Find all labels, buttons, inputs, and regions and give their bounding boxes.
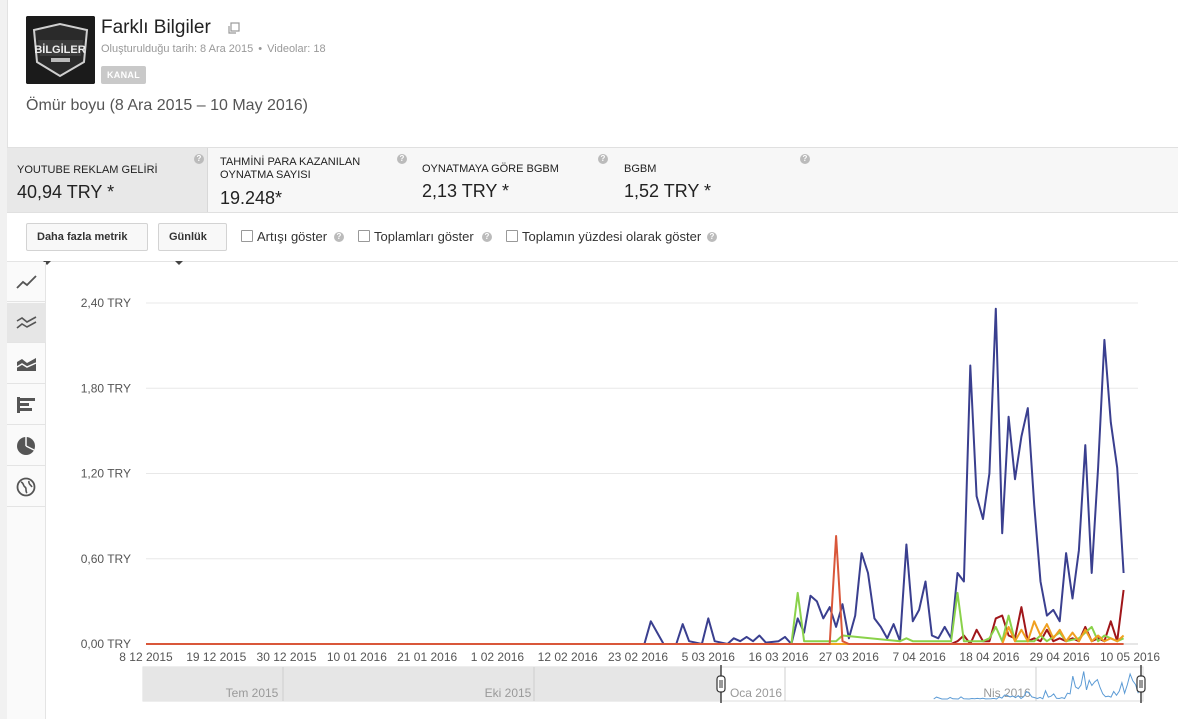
metric-tab-cpm[interactable]: BGBM 1,52 TRY * ? xyxy=(614,148,816,212)
x-tick-label: 27 03 2016 xyxy=(819,650,879,664)
x-axis-ticks: 8 12 2015 19 12 2015 30 12 2015 10 01 2016 2… xyxy=(119,650,1160,664)
y-tick-label: 1,80 TRY xyxy=(81,381,131,395)
metric-value: 40,94 TRY * xyxy=(17,182,115,202)
metric-value: 19.248* xyxy=(220,188,283,208)
x-tick-label: 18 04 2016 xyxy=(959,650,1019,664)
help-icon[interactable]: ? xyxy=(482,232,492,242)
multi-line-icon xyxy=(16,316,37,329)
channel-badge: KANAL xyxy=(101,66,146,84)
help-icon[interactable]: ? xyxy=(707,232,717,242)
y-tick-label: 0,60 TRY xyxy=(81,552,131,566)
metric-value: 1,52 TRY * xyxy=(624,181,712,201)
x-tick-label: 10 05 2016 xyxy=(1100,650,1160,664)
checkbox-label: Toplamları göster xyxy=(374,229,474,244)
pie-chart-icon xyxy=(17,437,35,455)
line-chart-icon xyxy=(16,275,37,289)
channel-avatar[interactable]: BİLGİLER xyxy=(26,16,95,84)
shield-logo-icon: BİLGİLER xyxy=(26,16,95,84)
metric-tab-playback-cpm[interactable]: OYNATMAYA GÖRE BGBM 2,13 TRY * ? xyxy=(412,148,614,212)
x-tick-label: 21 01 2016 xyxy=(397,650,457,664)
series-line-0[interactable] xyxy=(643,307,1125,645)
navigator-label: Nis 2016 xyxy=(983,686,1031,700)
checkbox-box[interactable] xyxy=(241,230,253,242)
checkbox-box[interactable] xyxy=(358,230,370,242)
navigator-label: Tem 2015 xyxy=(226,686,279,700)
separator: • xyxy=(258,43,263,55)
more-metrics-dropdown[interactable]: Daha fazla metrik xyxy=(26,223,148,266)
chart-type-pie[interactable] xyxy=(7,426,46,466)
channel-title[interactable]: Farklı Bilgiler xyxy=(101,17,211,39)
chart-type-bar[interactable] xyxy=(7,385,46,425)
checkbox-label: Artışı göster xyxy=(257,229,328,244)
x-tick-label: 29 04 2016 xyxy=(1030,650,1090,664)
x-tick-label: 19 12 2015 xyxy=(186,650,246,664)
metric-tab-monetized-playbacks[interactable]: TAHMİNİ PARA KAZANILAN OYNATMA SAYISI 19… xyxy=(210,148,412,212)
y-tick-label: 2,40 TRY xyxy=(81,296,131,310)
chart-type-map[interactable] xyxy=(7,467,46,507)
chart-type-multi-line[interactable] xyxy=(7,303,46,343)
chart-type-stacked-area[interactable] xyxy=(7,344,46,384)
stacked-area-icon xyxy=(16,358,37,371)
period-dropdown[interactable]: Günlük xyxy=(158,223,227,266)
y-tick-label: 0,00 TRY xyxy=(81,637,131,651)
avatar-text: BİLGİLER xyxy=(34,43,85,56)
chart-toolbar: Daha fazla metrik Günlük Artışı göster ?… xyxy=(7,213,1178,266)
date-range[interactable]: Ömür boyu (8 Ara 2015 – 10 May 2016) xyxy=(26,97,308,115)
x-tick-label: 16 03 2016 xyxy=(749,650,809,664)
x-tick-label: 12 02 2016 xyxy=(538,650,598,664)
external-link-icon[interactable] xyxy=(228,22,240,34)
help-icon[interactable]: ? xyxy=(397,154,407,164)
help-icon[interactable]: ? xyxy=(194,154,204,164)
period-label: Günlük xyxy=(169,231,207,243)
chart-type-selector xyxy=(7,262,46,719)
video-count: Videolar: 18 xyxy=(267,43,326,55)
x-tick-label: 7 04 2016 xyxy=(892,650,946,664)
metric-label: OYNATMAYA GÖRE BGBM xyxy=(422,163,559,175)
y-axis-ticks: 2,40 TRY 1,80 TRY 1,20 TRY 0,60 TRY 0,00 TRY xyxy=(81,296,131,651)
metric-tab-ad-revenue[interactable]: YOUTUBE REKLAM GELİRİ 40,94 TRY * ? xyxy=(7,148,208,212)
help-icon[interactable]: ? xyxy=(334,232,344,242)
revenue-line-chart[interactable]: 2,40 TRY 1,80 TRY 1,20 TRY 0,60 TRY 0,00 TRY… xyxy=(47,263,1178,719)
navigator-label: Oca 2016 xyxy=(730,686,782,700)
y-tick-label: 1,20 TRY xyxy=(81,467,131,481)
globe-icon xyxy=(16,477,36,497)
series-line-4[interactable] xyxy=(146,535,1124,645)
help-icon[interactable]: ? xyxy=(800,154,810,164)
x-tick-label: 23 02 2016 xyxy=(608,650,668,664)
analytics-page: BİLGİLER Farklı Bilgiler Oluşturulduğu t… xyxy=(0,0,1178,719)
navigator-label: Eki 2015 xyxy=(485,686,532,700)
metric-label: YOUTUBE REKLAM GELİRİ xyxy=(17,164,158,176)
x-tick-label: 1 02 2016 xyxy=(471,650,525,664)
metric-tabs: YOUTUBE REKLAM GELİRİ 40,94 TRY * ? TAHM… xyxy=(7,147,1178,213)
chart-type-line[interactable] xyxy=(7,262,46,302)
metric-value: 2,13 TRY * xyxy=(422,181,510,201)
x-tick-label: 10 01 2016 xyxy=(327,650,387,664)
x-tick-label: 8 12 2015 xyxy=(119,650,173,664)
created-date: Oluşturulduğu tarih: 8 Ara 2015 xyxy=(101,43,254,55)
x-tick-label: 30 12 2015 xyxy=(257,650,317,664)
chart-series xyxy=(146,307,1125,645)
channel-meta: Oluşturulduğu tarih: 8 Ara 2015 • Videolar… xyxy=(101,43,326,55)
checkbox-box[interactable] xyxy=(506,230,518,242)
help-icon[interactable]: ? xyxy=(598,154,608,164)
metric-label: BGBM xyxy=(624,163,657,175)
more-metrics-label: Daha fazla metrik xyxy=(37,231,128,243)
x-tick-label: 5 03 2016 xyxy=(682,650,736,664)
checkbox-label: Toplamın yüzdesi olarak göster xyxy=(522,229,702,244)
metric-label: TAHMİNİ PARA KAZANILAN OYNATMA SAYISI xyxy=(220,156,361,181)
time-navigator[interactable]: Tem 2015 Eki 2015 Oca 2016 Nis 2016 xyxy=(142,665,1146,703)
bar-chart-icon xyxy=(17,397,35,413)
